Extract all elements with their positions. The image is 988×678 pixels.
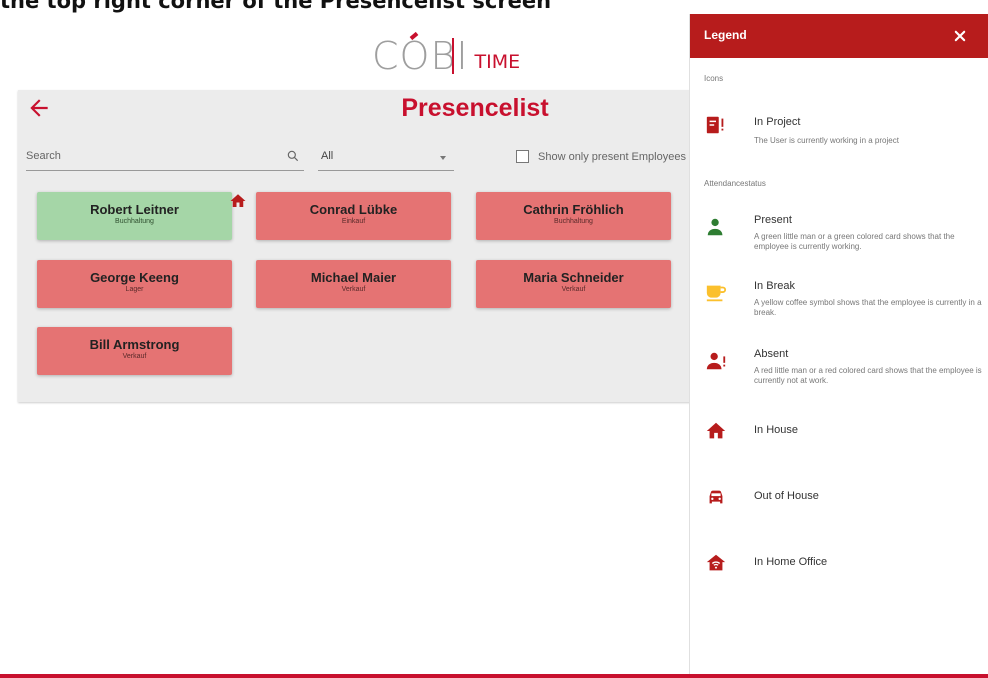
present-only-checkbox[interactable] (516, 150, 529, 163)
document-heading: the top right corner of the Presencelist… (0, 0, 552, 13)
employee-card[interactable]: Cathrin Fröhlich Buchhaltung (476, 192, 671, 240)
logo-sub-text: TIME (474, 51, 521, 73)
employee-card[interactable]: Michael Maier Verkauf (256, 260, 451, 308)
employee-name: Conrad Lübke (309, 202, 398, 217)
legend-header: Legend (690, 14, 988, 58)
house-icon (706, 422, 726, 439)
page-title: Presencelist (401, 94, 549, 122)
employee-department: Verkauf (122, 353, 147, 360)
logo-divider (452, 38, 454, 74)
legend-item-desc: The User is currently working in a proje… (754, 136, 899, 145)
employee-department: Lager (125, 286, 144, 293)
employee-name: George Keeng (90, 270, 179, 285)
employee-card[interactable]: Bill Armstrong Verkauf (37, 327, 232, 375)
legend-drawer: Legend Icons In Project The User is curr… (689, 14, 988, 678)
chevron-down-icon (440, 156, 446, 160)
employee-name: Cathrin Fröhlich (523, 202, 624, 217)
legend-icons-section: Icons (704, 74, 724, 83)
legend-item-desc: A yellow coffee symbol shows that the em… (754, 298, 982, 317)
employee-name: Maria Schneider (523, 270, 624, 285)
project-icon (706, 116, 724, 134)
legend-item-desc: A green little man or a green colored ca… (754, 232, 955, 251)
legend-item-title: Present (754, 214, 792, 226)
cobi-time-logo: COBI TIME (372, 34, 520, 78)
search-input[interactable] (26, 144, 276, 168)
employee-name: Michael Maier (310, 270, 397, 285)
search-field[interactable] (26, 144, 304, 171)
legend-item-title: Absent (754, 348, 789, 360)
person-icon (707, 218, 723, 236)
employee-name: Robert Leitner (90, 202, 179, 217)
search-icon[interactable] (286, 149, 300, 163)
employee-card[interactable]: George Keeng Lager (37, 260, 232, 308)
employee-card[interactable]: Robert Leitner Buchhaltung (37, 192, 232, 240)
legend-title: Legend (704, 28, 747, 42)
house-icon (230, 194, 246, 207)
employee-department: Buchhaltung (115, 218, 154, 225)
legend-item-title: Out of House (754, 490, 819, 502)
coffee-icon (706, 285, 727, 302)
employee-card[interactable]: Maria Schneider Verkauf (476, 260, 671, 308)
present-only-label: Show only present Employees (538, 150, 686, 163)
employee-card[interactable]: Conrad Lübke Einkauf (256, 192, 451, 240)
filter-select[interactable]: All (318, 144, 454, 171)
filter-select-value: All (321, 150, 334, 162)
employee-department: Buchhaltung (554, 218, 593, 225)
close-icon[interactable] (950, 26, 970, 46)
legend-item-title: In Home Office (754, 556, 828, 568)
person-absent-icon (706, 352, 726, 370)
employee-department: Verkauf (561, 286, 586, 293)
arrow-left-icon[interactable] (26, 95, 52, 121)
car-icon (709, 490, 723, 504)
legend-attendance-section: Attendancestatus (704, 179, 766, 188)
employee-department: Verkauf (341, 286, 366, 293)
legend-item-title: In House (754, 424, 799, 436)
employee-name: Bill Armstrong (89, 337, 180, 352)
footer-bar (0, 674, 988, 678)
present-only-filter[interactable]: Show only present Employees (516, 150, 686, 163)
logo-main-text: COBI (372, 34, 469, 78)
legend-item-desc: A red little man or a red colored card s… (754, 366, 982, 385)
home-office-icon (706, 554, 726, 571)
legend-item-title: In Break (754, 280, 795, 292)
legend-item-title: In Project (754, 116, 801, 128)
employee-department: Einkauf (341, 218, 366, 225)
